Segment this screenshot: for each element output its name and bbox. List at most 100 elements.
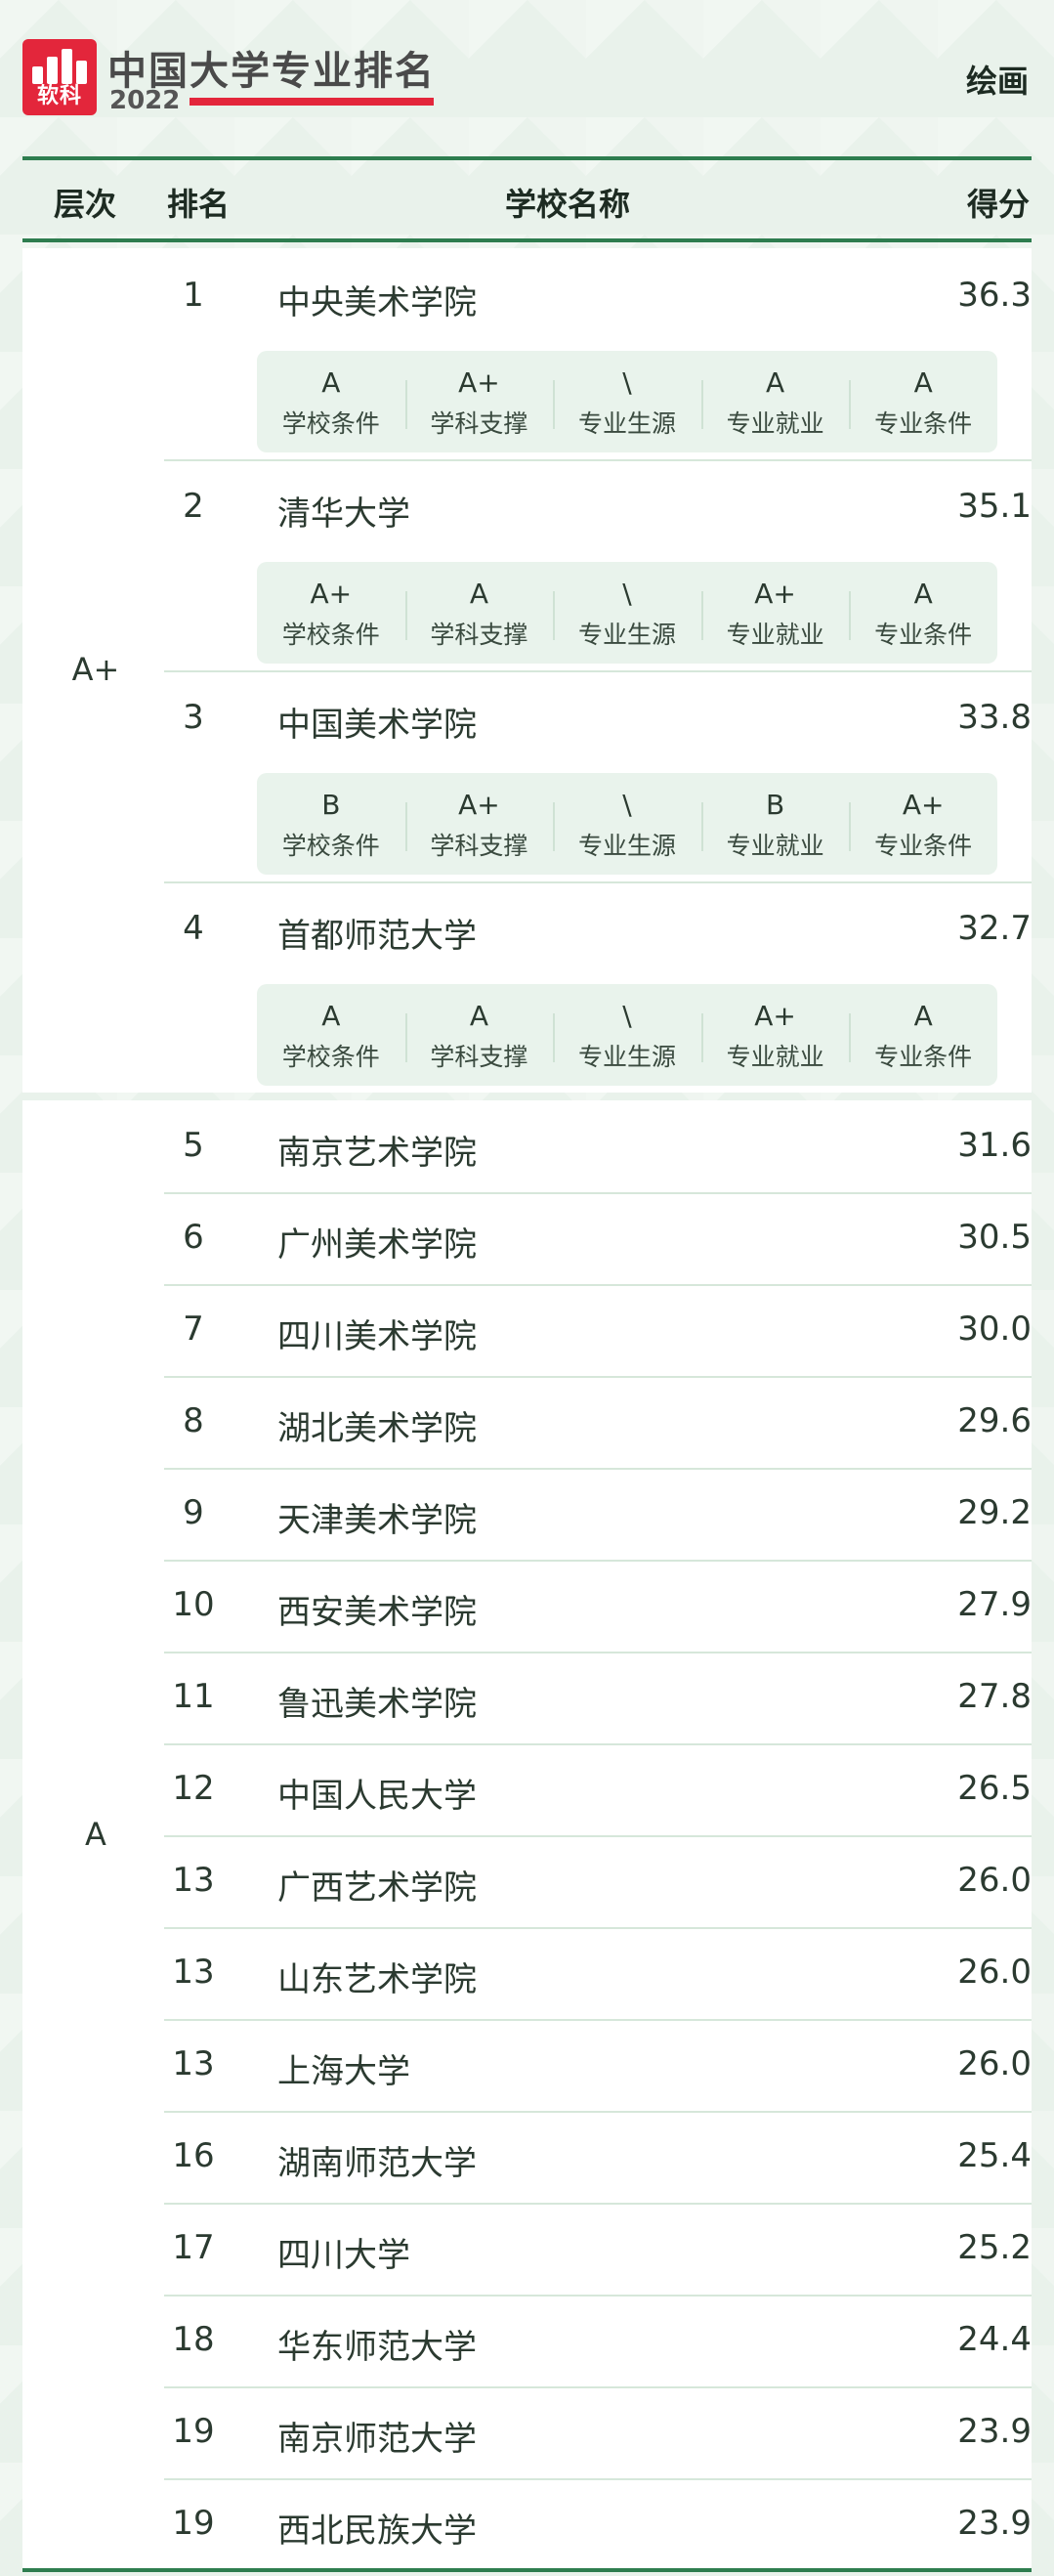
score-value: 29.6 [957, 1401, 1032, 1440]
metric-grade: A+ [458, 366, 500, 399]
metric-grade: A+ [310, 578, 353, 610]
rank-value: 19 [172, 2504, 215, 2543]
brand-underline [190, 98, 434, 106]
score-value: 27.9 [957, 1585, 1032, 1624]
metric-cell: A 学校条件 [257, 984, 405, 1086]
rank-value: 5 [183, 1126, 204, 1165]
table-row: 7 四川美术学院 30.0 [164, 1284, 1032, 1378]
table-row: 16 湖南师范大学 25.4 [164, 2111, 1032, 2205]
metric-grade: A [321, 366, 341, 399]
score-value: 30.0 [957, 1309, 1032, 1349]
brand-logo: 软科 [22, 39, 97, 115]
metric-name: 专业条件 [874, 409, 973, 438]
score-value: 26.0 [957, 2044, 1032, 2083]
table-row: 8 湖北美术学院 29.6 [164, 1376, 1032, 1470]
metric-name: 学科支撑 [430, 832, 528, 860]
score-value: 31.6 [957, 1126, 1032, 1165]
school-name: 西北民族大学 [277, 2512, 477, 2551]
school-name: 四川美术学院 [277, 1317, 477, 1356]
column-header-rank: 排名 [167, 186, 231, 223]
column-header-score: 得分 [966, 186, 1030, 223]
metric-grade: A [469, 578, 488, 610]
school-name: 鲁迅美术学院 [277, 1685, 477, 1724]
score-value: 26.0 [957, 1861, 1032, 1900]
metric-grade: A+ [754, 1000, 796, 1032]
metric-grade: \ [622, 578, 632, 610]
tier-label: A+ [71, 651, 120, 688]
score-value: 33.8 [957, 698, 1032, 737]
metric-cell: A+ 专业就业 [700, 562, 850, 664]
table-row: 17 四川大学 25.2 [164, 2203, 1032, 2297]
metric-cell: A+ 学校条件 [257, 562, 405, 664]
metric-grade: A+ [754, 578, 796, 610]
score-value: 36.3 [957, 276, 1032, 315]
metric-cell: A 学科支撑 [404, 562, 554, 664]
metric-grade: A+ [902, 789, 945, 821]
metric-cell: \ 专业生源 [553, 351, 701, 452]
score-value: 23.9 [957, 2504, 1032, 2543]
bottom-rule [22, 2568, 1032, 2572]
column-header-level: 层次 [54, 186, 117, 223]
rank-value: 12 [172, 1769, 215, 1808]
ranking-page: 软科 中国大学专业排名 2022 绘画 层次 排名 学校名称 得分 A+ 1 中央美… [0, 0, 1054, 2576]
metric-grade: A [321, 1000, 341, 1032]
metric-name: 专业就业 [726, 409, 824, 438]
metric-name: 学校条件 [281, 621, 380, 649]
score-value: 25.4 [957, 2136, 1032, 2175]
metric-name: 学校条件 [281, 832, 380, 860]
metric-name: 学科支撑 [430, 1043, 528, 1071]
school-name: 西安美术学院 [277, 1593, 477, 1632]
rank-value: 8 [183, 1401, 204, 1440]
table-row: 18 华东师范大学 24.4 [164, 2295, 1032, 2388]
rank-value: 6 [183, 1218, 204, 1257]
metric-grade: A [469, 1000, 488, 1032]
rank-value: 2 [183, 487, 204, 526]
score-value: 32.7 [957, 909, 1032, 948]
rank-value: 7 [183, 1309, 204, 1349]
table-row: 10 西安美术学院 27.9 [164, 1560, 1032, 1653]
school-name: 湖北美术学院 [277, 1409, 477, 1448]
school-name: 中国人民大学 [277, 1777, 477, 1816]
rank-value: 17 [172, 2228, 215, 2267]
metric-cell: \ 专业生源 [553, 773, 701, 875]
metric-cell: A 专业条件 [849, 562, 997, 664]
table-row: 12 中国人民大学 26.5 [164, 1743, 1032, 1837]
subject-title: 绘画 [965, 63, 1029, 100]
metric-name: 专业就业 [726, 832, 824, 860]
table-row: 13 广西艺术学院 26.0 [164, 1835, 1032, 1929]
school-name: 清华大学 [277, 494, 410, 534]
school-name: 广州美术学院 [277, 1225, 477, 1265]
table-row: 4 首都师范大学 32.7 A 学校条件 A 学科支撑 \ 专业生源 A+ 专业就业 A 专业条件 [164, 881, 1032, 1093]
metric-name: 专业生源 [577, 1043, 676, 1071]
metric-grade: A [766, 366, 785, 399]
metric-name: 专业生源 [577, 832, 676, 860]
metric-grade: A [913, 366, 933, 399]
rank-value: 13 [172, 1953, 215, 1992]
rank-value: 18 [172, 2320, 215, 2359]
metric-cell: A 专业条件 [849, 351, 997, 452]
rank-value: 4 [183, 909, 204, 948]
score-value: 25.2 [957, 2228, 1032, 2267]
metric-name: 专业条件 [874, 832, 973, 860]
school-name: 广西艺术学院 [277, 1868, 477, 1908]
table-row: 5 南京艺术学院 31.6 [164, 1100, 1032, 1194]
school-name: 上海大学 [277, 2052, 410, 2091]
metric-cell: A+ 专业就业 [700, 984, 850, 1086]
metric-name: 学校条件 [281, 1043, 380, 1071]
table-row: 2 清华大学 35.1 A+ 学校条件 A 学科支撑 \ 专业生源 A+ 专业就业 A 专业条件 [164, 459, 1032, 672]
tier-block: A 5 南京艺术学院 31.6 6 广州美术学院 30.5 7 四川美术学院 30.0 8 湖北美术学… [22, 1100, 1032, 2570]
metric-grade: A [913, 578, 933, 610]
school-name: 首都师范大学 [277, 917, 477, 956]
table-row: 3 中国美术学院 33.8 B 学校条件 A+ 学科支撑 \ 专业生源 B 专业就业 A+ 专业条件 [164, 670, 1032, 883]
metric-name: 学科支撑 [430, 409, 528, 438]
metric-panel: A 学校条件 A+ 学科支撑 \ 专业生源 A 专业就业 A 专业条件 [257, 351, 997, 452]
metric-name: 学校条件 [281, 409, 380, 438]
score-value: 23.9 [957, 2412, 1032, 2451]
score-value: 24.4 [957, 2320, 1032, 2359]
metric-name: 专业就业 [726, 1043, 824, 1071]
metric-cell: A+ 专业条件 [849, 773, 997, 875]
metric-grade: \ [622, 366, 632, 399]
table-row: 19 南京师范大学 23.9 [164, 2386, 1032, 2480]
column-header-school: 学校名称 [505, 186, 631, 223]
brand-year: 2022 [109, 86, 181, 115]
